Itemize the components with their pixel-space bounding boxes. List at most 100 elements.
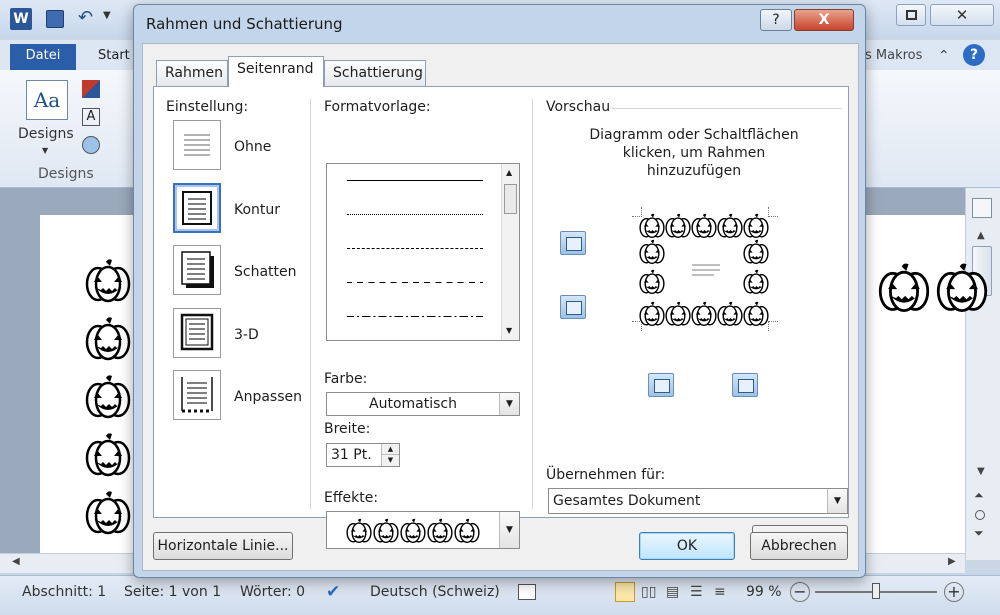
line-style-dashed-small[interactable] [347,248,483,249]
prev-page-icon[interactable]: ⏶ [974,488,984,503]
horizontal-line-button[interactable]: Horizontale Linie... [153,532,293,560]
tab-makros[interactable]: s Makros [855,44,932,70]
style-list-scrollbar[interactable]: ▲ ▼ [501,164,519,340]
tab-start[interactable]: Start [88,44,140,70]
save-icon[interactable] [46,10,64,28]
view-web-icon[interactable]: ▤ [666,584,679,600]
setting-box-preview[interactable] [173,183,221,233]
style-scroll-thumb[interactable] [504,184,517,214]
zoom-in-icon[interactable]: + [944,582,964,602]
preview-label: Vorschau [546,99,611,115]
ok-button[interactable]: OK [639,532,735,560]
setting-custom-preview[interactable] [173,370,221,420]
width-down-icon[interactable]: ▼ [381,455,399,466]
style-scroll-down-icon[interactable]: ▼ [506,326,512,335]
view-draft-icon[interactable]: ≡ [714,584,726,600]
minimize-ribbon-icon[interactable]: ⌃ [938,48,950,64]
tab-seitenrand[interactable]: Seitenrand [228,56,324,87]
view-reading-icon[interactable]: ▯▯ [641,584,656,600]
art-preview [345,518,485,544]
style-scroll-up-icon[interactable]: ▲ [506,168,512,177]
art-label: Effekte: [324,490,379,506]
restore-icon[interactable] [896,4,926,26]
setting-shadow-icon [181,251,214,288]
color-dropdown-icon[interactable]: ▼ [499,393,519,415]
setting-shadow-label[interactable]: Schatten [234,264,297,280]
status-words[interactable]: Wörter: 0 [240,584,305,600]
art-dropdown-icon[interactable]: ▼ [499,512,519,548]
status-bar: Abschnitt: 1 Seite: 1 von 1 Wörter: 0 ✔ … [0,575,1000,615]
status-page[interactable]: Seite: 1 von 1 [124,584,221,600]
view-print-layout-icon[interactable] [615,582,635,602]
status-section[interactable]: Abschnitt: 1 [22,584,106,600]
left-border-button[interactable] [648,373,674,397]
colors-icon[interactable] [82,80,100,98]
tab-schattierung[interactable]: Schattierung [324,60,426,86]
scroll-right-icon[interactable]: ▶ [948,556,956,567]
setting-none-preview[interactable] [173,120,221,170]
qat-dropdown-icon[interactable]: ▼ [103,10,111,21]
preview-page[interactable] [632,207,778,331]
ruler-toggle-icon[interactable] [972,198,992,218]
setting-3d-label[interactable]: 3-D [234,327,259,343]
top-border-button[interactable] [560,231,586,255]
view-outline-icon[interactable]: ☰ [690,584,703,600]
zoom-out-icon[interactable]: − [790,582,810,602]
bottom-border-button[interactable] [560,295,586,319]
setting-3d-preview[interactable] [173,308,221,358]
right-border-button[interactable] [732,373,758,397]
cancel-button[interactable]: Abbrechen [750,532,848,560]
apply-to-dropdown-icon[interactable]: ▼ [827,489,847,513]
dialog-close-button[interactable]: X [794,9,854,31]
line-style-dash-dot[interactable] [347,316,483,317]
designs-dropdown-icon[interactable]: ▼ [42,146,48,155]
line-style-dotted[interactable] [347,214,483,215]
color-label: Farbe: [324,371,368,387]
undo-icon[interactable]: ↶ [78,7,93,28]
art-pumpkin-icon [426,518,454,544]
setting-shadow-preview[interactable] [173,245,221,295]
preview-pumpkin-icon [742,269,770,295]
macro-record-icon[interactable] [518,584,536,600]
color-select[interactable]: Automatisch ▼ [326,392,520,416]
zoom-level[interactable]: 99 % [746,584,782,600]
fonts-icon[interactable]: A [82,108,100,126]
setting-custom-label[interactable]: Anpassen [234,389,302,405]
preview-hint-3: hinzuzufügen [646,163,742,179]
pumpkin-icon [84,432,132,478]
vertical-scrollbar[interactable]: ▲ ▼ ⏶ ⏷ [965,188,1000,560]
status-language[interactable]: Deutsch (Schweiz) [370,584,500,600]
setting-none-label[interactable]: Ohne [234,139,271,155]
style-list[interactable]: ▲ ▼ [326,163,520,341]
designs-label[interactable]: Designs [18,126,74,142]
dialog-help-button[interactable]: ? [760,9,792,31]
apply-to-select[interactable]: Gesamtes Dokument ▼ [548,488,848,514]
setting-box-icon [182,191,212,225]
next-page-icon[interactable]: ⏷ [974,526,984,541]
scroll-left-icon[interactable]: ◀ [12,556,20,567]
scroll-up-icon[interactable]: ▲ [977,230,985,241]
proofing-icon[interactable]: ✔ [326,582,340,602]
help-icon[interactable]: ? [963,44,985,66]
art-pumpkin-icon [345,518,373,544]
pumpkin-icon [876,262,932,314]
tab-file[interactable]: Datei [10,44,76,70]
tab-rahmen[interactable]: Rahmen [156,60,228,86]
pumpkin-icon [84,374,132,420]
zoom-slider-thumb[interactable] [872,583,880,599]
width-up-icon[interactable]: ▲ [381,444,399,455]
designs-group-label: Designs [38,166,94,182]
scroll-down-icon[interactable]: ▼ [977,466,985,477]
setting-custom-icon [181,377,213,413]
word-close-icon[interactable]: ✕ [930,4,994,26]
width-spinner[interactable]: 31 Pt. ▲ ▼ [326,443,400,467]
browse-object-icon[interactable] [975,510,985,520]
setting-box-label[interactable]: Kontur [234,202,280,218]
tab-rahmen-label: Rahmen [165,65,223,81]
line-style-dashed-large[interactable] [347,282,483,283]
preview-hint-1: Diagramm oder Schaltflächen [589,127,799,143]
designs-icon[interactable]: Aa [26,80,68,120]
effects-icon[interactable] [82,136,100,154]
line-style-solid[interactable] [347,180,483,181]
art-select[interactable]: ▼ [326,511,520,549]
